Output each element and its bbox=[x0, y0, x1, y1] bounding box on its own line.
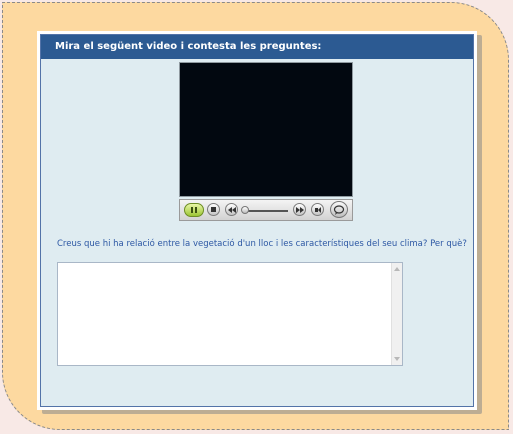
video-player bbox=[179, 62, 353, 223]
volume-icon bbox=[314, 206, 321, 213]
question-text: Creus que hi ha relació entre la vegetac… bbox=[57, 239, 467, 249]
rewind-icon bbox=[227, 206, 236, 213]
fast-forward-button[interactable] bbox=[293, 203, 306, 216]
stop-button[interactable] bbox=[207, 203, 220, 216]
activity-panel-body: Mira el següent video i contesta les pre… bbox=[40, 34, 474, 407]
seek-track[interactable] bbox=[244, 210, 288, 212]
rewind-button[interactable] bbox=[225, 203, 238, 216]
scroll-down-icon[interactable] bbox=[394, 357, 400, 361]
volume-button[interactable] bbox=[311, 203, 324, 216]
scroll-up-icon[interactable] bbox=[394, 267, 400, 271]
play-pause-button[interactable] bbox=[184, 203, 204, 217]
activity-panel: Mira el següent video i contesta les pre… bbox=[37, 31, 477, 410]
player-logo-button[interactable] bbox=[330, 201, 348, 218]
seek-thumb[interactable] bbox=[241, 206, 249, 214]
player-logo-icon bbox=[333, 204, 345, 215]
answer-scrollbar[interactable] bbox=[391, 263, 402, 365]
fast-forward-icon bbox=[295, 206, 304, 213]
pause-icon bbox=[191, 207, 197, 213]
stop-icon bbox=[211, 207, 216, 212]
answer-textarea[interactable] bbox=[57, 262, 403, 366]
video-controls bbox=[179, 199, 353, 221]
video-screen[interactable] bbox=[179, 62, 353, 197]
panel-heading: Mira el següent video i contesta les pre… bbox=[41, 35, 473, 59]
